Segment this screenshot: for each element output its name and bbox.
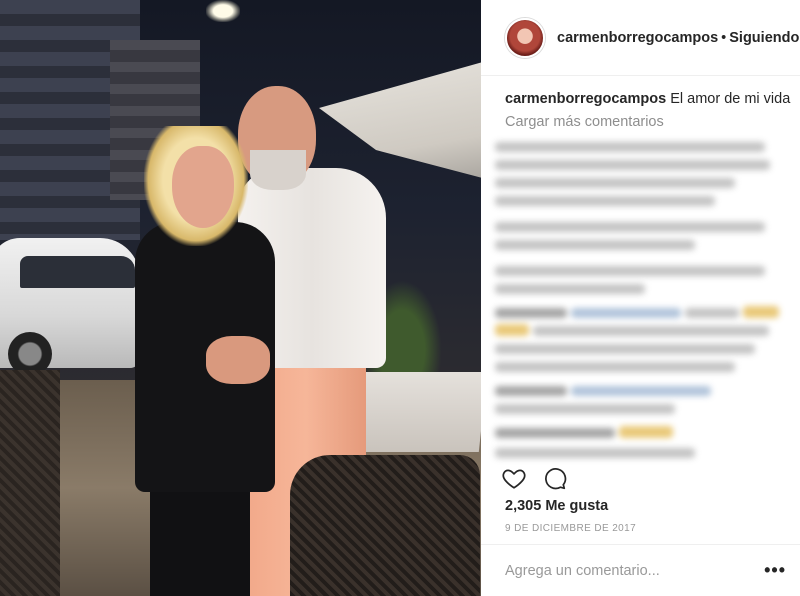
woman-face: [172, 146, 234, 228]
caption: carmenborregocampos El amor de mi vida: [505, 90, 795, 108]
wicker-chair: [0, 370, 60, 596]
comments-section: carmenborregocampos El amor de mi vida C…: [505, 90, 795, 130]
comment-input[interactable]: [505, 562, 765, 579]
comment-bubble-icon[interactable]: [541, 465, 567, 491]
header-text: carmenborregocampos • Siguiendo: [557, 30, 799, 46]
heart-icon[interactable]: [501, 465, 527, 491]
following-button[interactable]: Siguiendo: [729, 30, 799, 46]
man-hand: [206, 336, 270, 384]
street-lamp: [206, 0, 240, 22]
car-window: [20, 256, 135, 288]
username-link[interactable]: carmenborregocampos: [557, 30, 718, 46]
man-beard: [250, 150, 306, 190]
post-header: carmenborregocampos • Siguiendo: [481, 0, 800, 76]
separator-dot: •: [721, 29, 727, 46]
patio-umbrella: [319, 60, 481, 180]
avatar[interactable]: [505, 17, 545, 58]
wicker-chair: [290, 455, 480, 596]
post-side-panel: carmenborregocampos • Siguiendo carmenborr…: [481, 0, 800, 596]
caption-text: El amor de mi vida: [670, 91, 791, 107]
post-photo[interactable]: [0, 0, 481, 596]
patio-table: [353, 372, 481, 452]
post-date: 9 DE DICIEMBRE DE 2017: [505, 523, 637, 534]
add-comment-bar: •••: [481, 544, 800, 596]
likes-count[interactable]: 2,305 Me gusta: [505, 498, 608, 514]
post-actions: [501, 465, 567, 491]
more-options-icon[interactable]: •••: [764, 560, 786, 581]
blurred-comments: [495, 136, 800, 470]
load-more-comments-button[interactable]: Cargar más comentarios: [505, 114, 795, 130]
caption-username[interactable]: carmenborregocampos: [505, 91, 666, 107]
